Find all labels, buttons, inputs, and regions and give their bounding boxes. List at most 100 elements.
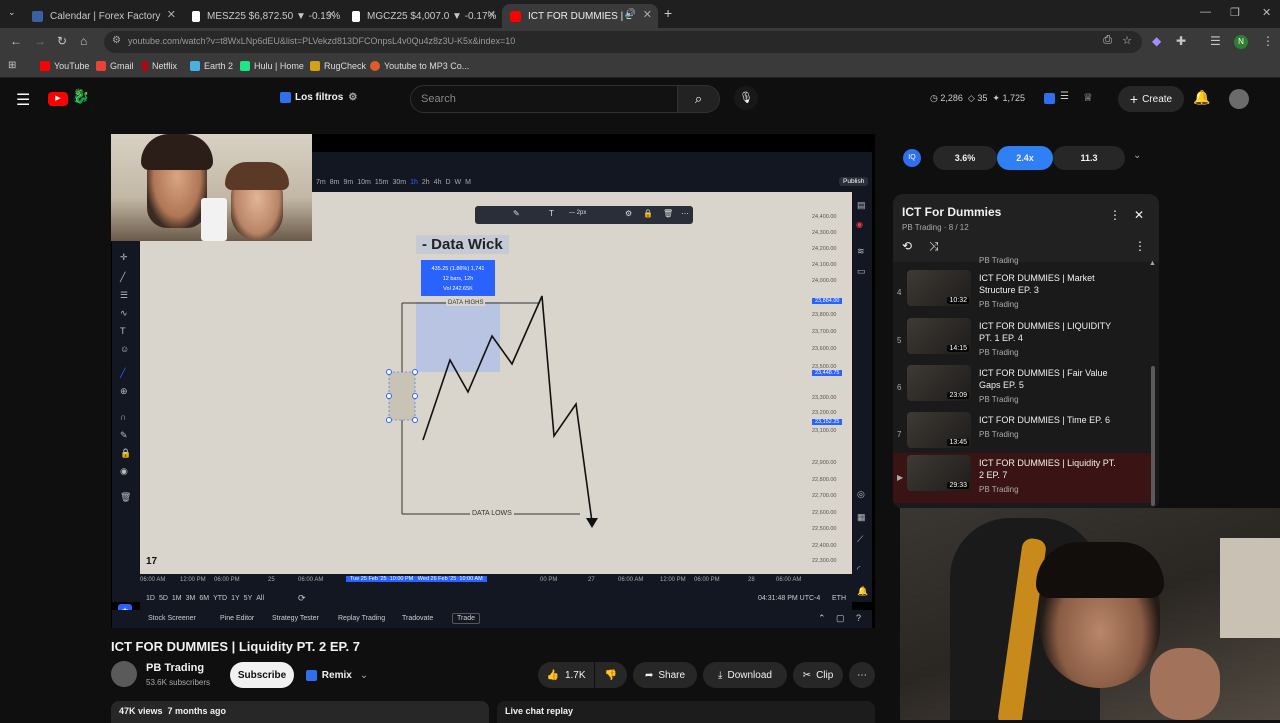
channel-name[interactable]: PB Trading	[146, 662, 204, 674]
panel-tab-replay-trading[interactable]: Replay Trading	[338, 615, 385, 622]
panel-tab-trade[interactable]: Trade	[452, 613, 481, 624]
address-bar[interactable]: ⚙ youtube.com/watch?v=t8WxLNp6dEU&list=P…	[104, 31, 1142, 53]
selection-handle[interactable]	[386, 417, 392, 423]
doodle-logo-icon[interactable]: 🐉	[72, 88, 89, 105]
share-button[interactable]: ➦ Share	[633, 662, 697, 688]
selection-handle[interactable]	[386, 393, 392, 399]
chevron-down-icon[interactable]: ⌄	[1133, 150, 1141, 161]
ideas-icon[interactable]: ⟋	[857, 534, 863, 545]
range-option[interactable]: 1D	[146, 595, 155, 602]
fib-tool-icon[interactable]: ☰	[120, 290, 128, 301]
channel-avatar[interactable]	[111, 661, 137, 687]
playlist-item[interactable]: 4 10:32 ICT FOR DUMMIES | Market Structure…	[893, 268, 1151, 314]
compare-icon[interactable]: ⟳	[298, 593, 306, 604]
list-icon[interactable]: ☰	[1060, 91, 1069, 102]
calendar-icon[interactable]: ▦	[857, 512, 866, 523]
stream-icon[interactable]: ◜	[857, 564, 861, 575]
tab-ict-for-dummies[interactable]: ICT FOR DUMMIES | Liquidi 🔊 ✕	[502, 4, 658, 28]
brush-tool-icon[interactable]: ∿	[120, 308, 128, 319]
timeframe-option[interactable]: M	[465, 179, 471, 186]
help-icon[interactable]: ?	[856, 613, 861, 623]
tab-forex-factory[interactable]: Calendar | Forex Factory ✕	[24, 4, 182, 28]
timeframe-option[interactable]: 4h	[434, 179, 442, 186]
download-button[interactable]: ⤓ Download	[703, 662, 787, 688]
timeframe-option[interactable]: 10m	[357, 179, 371, 186]
remix-button[interactable]: Remix ⌄	[301, 662, 373, 688]
site-info-icon[interactable]: ⚙	[112, 35, 121, 46]
scroll-up-icon[interactable]: ▲	[1149, 260, 1156, 267]
chevron-up-icon[interactable]: ⌃	[818, 613, 826, 624]
timeframe-option[interactable]: 15m	[375, 179, 389, 186]
extension-icon[interactable]: ◆	[1152, 34, 1161, 48]
account-avatar[interactable]	[1229, 89, 1249, 109]
publish-button[interactable]: Publish	[839, 177, 869, 186]
timeframe-option[interactable]: 2h	[422, 179, 430, 186]
voice-search-button[interactable]: 🎙	[734, 86, 758, 110]
timeframe-option[interactable]: 30m	[392, 179, 406, 186]
minimize-icon[interactable]: —	[1200, 6, 1211, 18]
restore-icon[interactable]: ❐	[1230, 6, 1240, 19]
panel-tab-tradovate[interactable]: Tradovate	[402, 615, 433, 622]
range-option[interactable]: 1Y	[231, 595, 240, 602]
speaker-icon[interactable]: 🔊	[625, 8, 636, 19]
new-tab-icon[interactable]: +	[664, 5, 672, 21]
bookmark-youtube[interactable]: YouTube	[40, 61, 89, 71]
timeframe-option[interactable]: 9m	[343, 179, 353, 186]
trash-tool-icon[interactable]: 🗑	[120, 492, 131, 503]
dislike-button[interactable]: 👎	[595, 662, 627, 688]
bookmark-rugcheck[interactable]: RugCheck	[310, 61, 366, 71]
bookmark-hulu[interactable]: Hulu | Home	[240, 61, 304, 71]
stat-pill[interactable]: 11.3	[1053, 146, 1125, 170]
playlist-title[interactable]: ICT For Dummies	[902, 205, 1001, 219]
notification-icon[interactable]: 🔔	[857, 586, 868, 597]
create-button[interactable]: + Create	[1118, 86, 1184, 112]
panel-tab-stock-screener[interactable]: Stock Screener	[148, 615, 196, 622]
extensions-puzzle-icon[interactable]: ✚	[1176, 34, 1186, 48]
subscribe-button[interactable]: Subscribe	[230, 662, 294, 688]
emoji-tool-icon[interactable]: ☺	[120, 344, 129, 354]
panel-tab-strategy-tester[interactable]: Strategy Tester	[272, 615, 319, 622]
shuffle-icon[interactable]: ⤨	[929, 239, 939, 254]
maximize-icon[interactable]: ▢	[836, 613, 845, 624]
youtube-logo[interactable]: ▶	[48, 92, 68, 106]
range-option[interactable]: 6M	[199, 595, 209, 602]
install-app-icon[interactable]: ⎙	[1103, 34, 1112, 47]
bookmark-yt-mp3[interactable]: Youtube to MP3 Co...	[370, 61, 469, 71]
selection-handle[interactable]	[412, 393, 418, 399]
tab-mesz25[interactable]: MESZ25 $6,872.50 ▼ -0.15% ✕	[184, 4, 342, 28]
timeframe-option[interactable]: W	[455, 179, 462, 186]
timeframe-option[interactable]: D	[445, 179, 450, 186]
playlist-item[interactable]: 6 23:09 ICT FOR DUMMIES | Fair Value Gaps …	[893, 363, 1151, 409]
more-actions-button[interactable]: ⋯	[849, 662, 875, 688]
bookmark-gmail[interactable]: Gmail	[96, 61, 134, 71]
tab-search-icon[interactable]: ⌄	[8, 7, 16, 18]
chart-canvas[interactable]: ✎ T — 2px ⚙ 🔒 🗑 ⋯ - Data Wick 435.25 (1.…	[140, 192, 852, 574]
stat-pill-active[interactable]: 2.4x	[997, 146, 1053, 170]
session-label[interactable]: ETH	[832, 595, 846, 602]
close-icon[interactable]: ✕	[167, 8, 176, 21]
timeframe-option[interactable]: 7m	[316, 179, 326, 186]
like-button[interactable]: 👍 1.7K	[538, 662, 594, 688]
more-vert-icon[interactable]: ⋮	[1109, 208, 1121, 222]
watchlist-icon[interactable]: ▤	[857, 200, 866, 211]
range-option[interactable]: 3M	[186, 595, 196, 602]
chrome-menu-icon[interactable]: ⋮	[1262, 34, 1274, 48]
home-icon[interactable]: ⌂	[80, 34, 87, 48]
iq-extension-icon[interactable]	[1044, 93, 1055, 104]
range-option[interactable]: 5D	[159, 595, 168, 602]
bookmark-star-icon[interactable]: ☆	[1122, 34, 1132, 47]
panel-tab-pine-editor[interactable]: Pine Editor	[220, 615, 254, 622]
reading-list-icon[interactable]: ☰	[1210, 34, 1221, 48]
alerts-badge-icon[interactable]: ◉	[856, 220, 863, 229]
selection-handle[interactable]	[386, 369, 392, 375]
chat-icon[interactable]: ▭	[857, 266, 866, 277]
eye-tool-icon[interactable]: ◉	[120, 466, 128, 477]
clip-button[interactable]: ✂ Clip	[793, 662, 843, 688]
window-close-icon[interactable]: ✕	[1262, 6, 1271, 19]
layers-icon[interactable]: ≋	[857, 246, 865, 257]
range-option[interactable]: 5Y	[244, 595, 253, 602]
stat-pill[interactable]: 3.6%	[933, 146, 997, 170]
ruler-tool-icon[interactable]: ╱	[120, 368, 125, 379]
trendline-tool-icon[interactable]: ╱	[120, 272, 125, 283]
apps-grid-icon[interactable]: ⊞	[8, 60, 16, 71]
